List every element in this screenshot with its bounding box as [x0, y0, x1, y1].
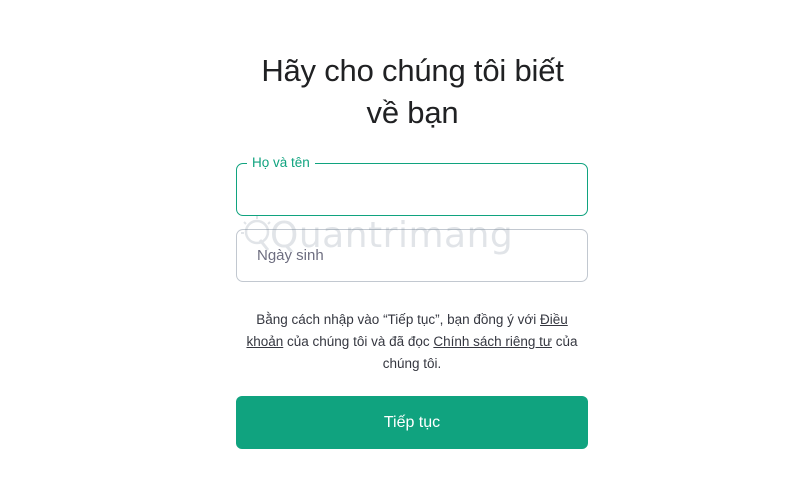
consent-text-middle: của chúng tôi và đã đọc	[283, 334, 434, 349]
privacy-policy-link[interactable]: Chính sách riêng tư	[433, 334, 552, 349]
birthday-input[interactable]	[237, 230, 587, 281]
birthday-field[interactable]	[236, 229, 588, 282]
page-title-line-1: Hãy cho chúng tôi biết	[261, 53, 564, 88]
page-title-line-2: về bạn	[366, 95, 459, 130]
full-name-field[interactable]: Họ và tên	[236, 155, 588, 216]
continue-button[interactable]: Tiếp tục	[236, 396, 588, 449]
page-title: Hãy cho chúng tôi biết về bạn	[200, 50, 625, 134]
consent-text-start: Bằng cách nhập vào “Tiếp tục”, bạn đồng …	[256, 312, 540, 327]
about-you-page: Hãy cho chúng tôi biết về bạn Họ và tên …	[0, 0, 800, 499]
consent-text: Bằng cách nhập vào “Tiếp tục”, bạn đồng …	[236, 309, 588, 375]
full-name-input[interactable]	[237, 164, 587, 215]
